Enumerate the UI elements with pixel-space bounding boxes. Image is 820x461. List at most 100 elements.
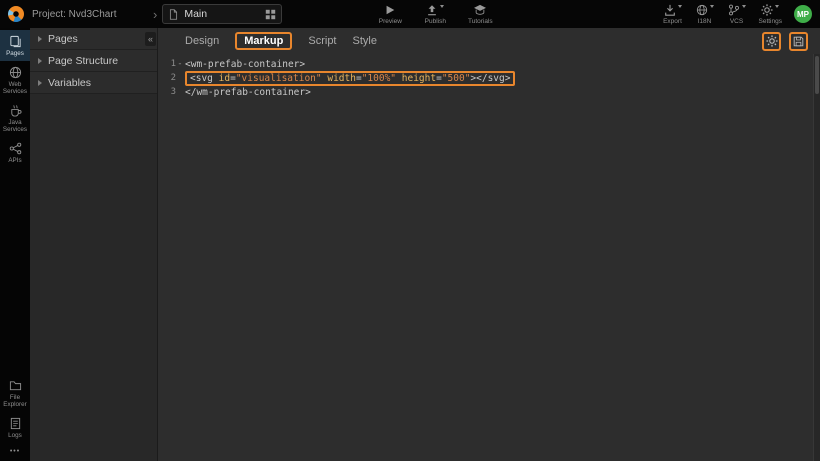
rail-item-label: Java Services: [1, 119, 29, 133]
code-token-attr: id: [219, 73, 230, 84]
chevron-right-icon: ›: [153, 7, 157, 22]
topbar-right-actions: Export I18N VCS: [663, 3, 813, 25]
sidebar-item-label: Page Structure: [48, 55, 118, 67]
left-icon-rail: Pages Web Services Java Services APIs: [0, 28, 30, 461]
log-document-icon: [9, 417, 22, 430]
globe-icon: [9, 66, 22, 79]
sidebar-item-pages[interactable]: Pages: [30, 28, 157, 50]
main-layout: Pages Web Services Java Services APIs: [0, 28, 820, 461]
highlighted-code-text[interactable]: <svg id="visualisation" width="100%" hei…: [185, 71, 515, 86]
code-editor[interactable]: 1-<wm-prefab-container> 2 <svg id="visuali…: [158, 54, 820, 461]
rail-item-label: APIs: [8, 157, 21, 164]
i18n-button[interactable]: I18N: [695, 3, 715, 25]
grid-icon[interactable]: [265, 9, 276, 20]
caret-right-icon: [38, 80, 42, 86]
caret-right-icon: [38, 36, 42, 42]
collapse-sidebar-button[interactable]: «: [145, 32, 156, 46]
globe-icon: [696, 3, 708, 16]
code-token-string: "100%": [362, 73, 396, 84]
topbar-center-actions: Preview Publish Tutorials: [376, 3, 494, 25]
publish-label: Publish: [425, 18, 446, 25]
wavemaker-logo-icon[interactable]: [8, 6, 24, 22]
wavemaker-studio-window: Project: Nvd3Chart › Main Preview: [0, 0, 820, 461]
sidebar-item-page-structure[interactable]: Page Structure: [30, 50, 157, 72]
save-button[interactable]: [789, 32, 808, 51]
caret-right-icon: [38, 58, 42, 64]
code-text[interactable]: <wm-prefab-container>: [185, 59, 305, 70]
line-gutter: 3: [158, 87, 184, 97]
sidebar-item-label: Variables: [48, 77, 91, 89]
rail-item-web-services[interactable]: Web Services: [0, 61, 30, 99]
tutorials-button[interactable]: Tutorials: [466, 3, 494, 25]
code-token-tag: </wm-prefab-container>: [185, 87, 311, 98]
fold-marker-icon[interactable]: -: [176, 59, 184, 69]
user-avatar[interactable]: MP: [794, 5, 812, 23]
publish-button[interactable]: Publish: [421, 3, 449, 25]
scrollbar-thumb[interactable]: [815, 56, 819, 94]
rail-item-label: File Explorer: [1, 394, 29, 408]
folder-icon: [9, 379, 22, 392]
rail-item-logs[interactable]: Logs: [0, 412, 30, 443]
tab-design[interactable]: Design: [185, 35, 219, 47]
code-lines: 1-<wm-prefab-container> 2 <svg id="visuali…: [158, 57, 820, 99]
code-line[interactable]: 3 </wm-prefab-container>: [158, 85, 820, 99]
gear-icon: [761, 3, 773, 16]
gear-icon: [766, 35, 778, 47]
tab-script[interactable]: Script: [308, 35, 336, 47]
code-line[interactable]: 1-<wm-prefab-container>: [158, 57, 820, 71]
rail-item-apis[interactable]: APIs: [0, 137, 30, 168]
sidebar-item-variables[interactable]: Variables: [30, 72, 157, 94]
chevron-down-icon: [775, 5, 779, 8]
rail-item-java-services[interactable]: Java Services: [0, 99, 30, 137]
project-name-label: Project: Nvd3Chart: [32, 9, 148, 20]
chevron-down-icon: [742, 5, 746, 8]
markup-settings-button[interactable]: [762, 32, 781, 51]
line-gutter: 1-: [158, 59, 184, 69]
code-token-tag: <svg: [190, 73, 213, 84]
rail-item-file-explorer[interactable]: File Explorer: [0, 374, 30, 412]
rail-item-label: Web Services: [1, 81, 29, 95]
vcs-button[interactable]: VCS: [727, 3, 747, 25]
more-options-button[interactable]: •••: [0, 443, 30, 461]
export-label: Export: [663, 18, 682, 25]
line-number: 2: [171, 73, 176, 83]
tutorials-label: Tutorials: [468, 18, 493, 25]
rail-item-label: Pages: [6, 50, 24, 57]
pages-icon: [9, 35, 22, 48]
code-token-string: "500": [442, 73, 471, 84]
play-icon: [384, 3, 396, 16]
code-token-tag: <wm-prefab-container>: [185, 59, 305, 70]
line-number: 3: [171, 87, 176, 97]
preview-button[interactable]: Preview: [376, 3, 404, 25]
rail-spacer: [0, 168, 30, 374]
tutorials-icon: [473, 3, 487, 16]
rail-item-pages[interactable]: Pages: [0, 30, 30, 61]
code-token-attr: height: [402, 73, 436, 84]
api-nodes-icon: [9, 142, 22, 155]
i18n-label: I18N: [698, 18, 712, 25]
vcs-label: VCS: [730, 18, 743, 25]
code-token-tag: ></svg>: [470, 73, 510, 84]
tab-style[interactable]: Style: [353, 35, 377, 47]
sidebar-item-label: Pages: [48, 33, 78, 45]
chevron-down-icon: [440, 5, 444, 8]
code-token-attr: width: [327, 73, 356, 84]
rail-item-label: Logs: [8, 432, 22, 439]
branch-icon: [728, 3, 740, 16]
code-line[interactable]: 2 <svg id="visualisation" width="100%" he…: [158, 71, 820, 85]
code-text[interactable]: </wm-prefab-container>: [185, 87, 311, 98]
code-token-string: "visualisation": [236, 73, 322, 84]
page-selector-value: Main: [184, 8, 260, 20]
markup-toolbar: [762, 32, 808, 51]
tab-markup[interactable]: Markup: [235, 32, 292, 50]
editor-tabbar: Design Markup Script Style: [158, 28, 820, 54]
publish-icon: [426, 3, 438, 16]
preview-label: Preview: [379, 18, 402, 25]
export-icon: [664, 3, 676, 16]
settings-label: Settings: [759, 18, 783, 25]
page-selector[interactable]: Main: [162, 4, 282, 24]
editor-scrollbar[interactable]: [813, 54, 820, 461]
sidebar-panel: « Pages Page Structure Variables: [30, 28, 158, 461]
export-button[interactable]: Export: [663, 3, 683, 25]
settings-button[interactable]: Settings: [759, 3, 783, 25]
